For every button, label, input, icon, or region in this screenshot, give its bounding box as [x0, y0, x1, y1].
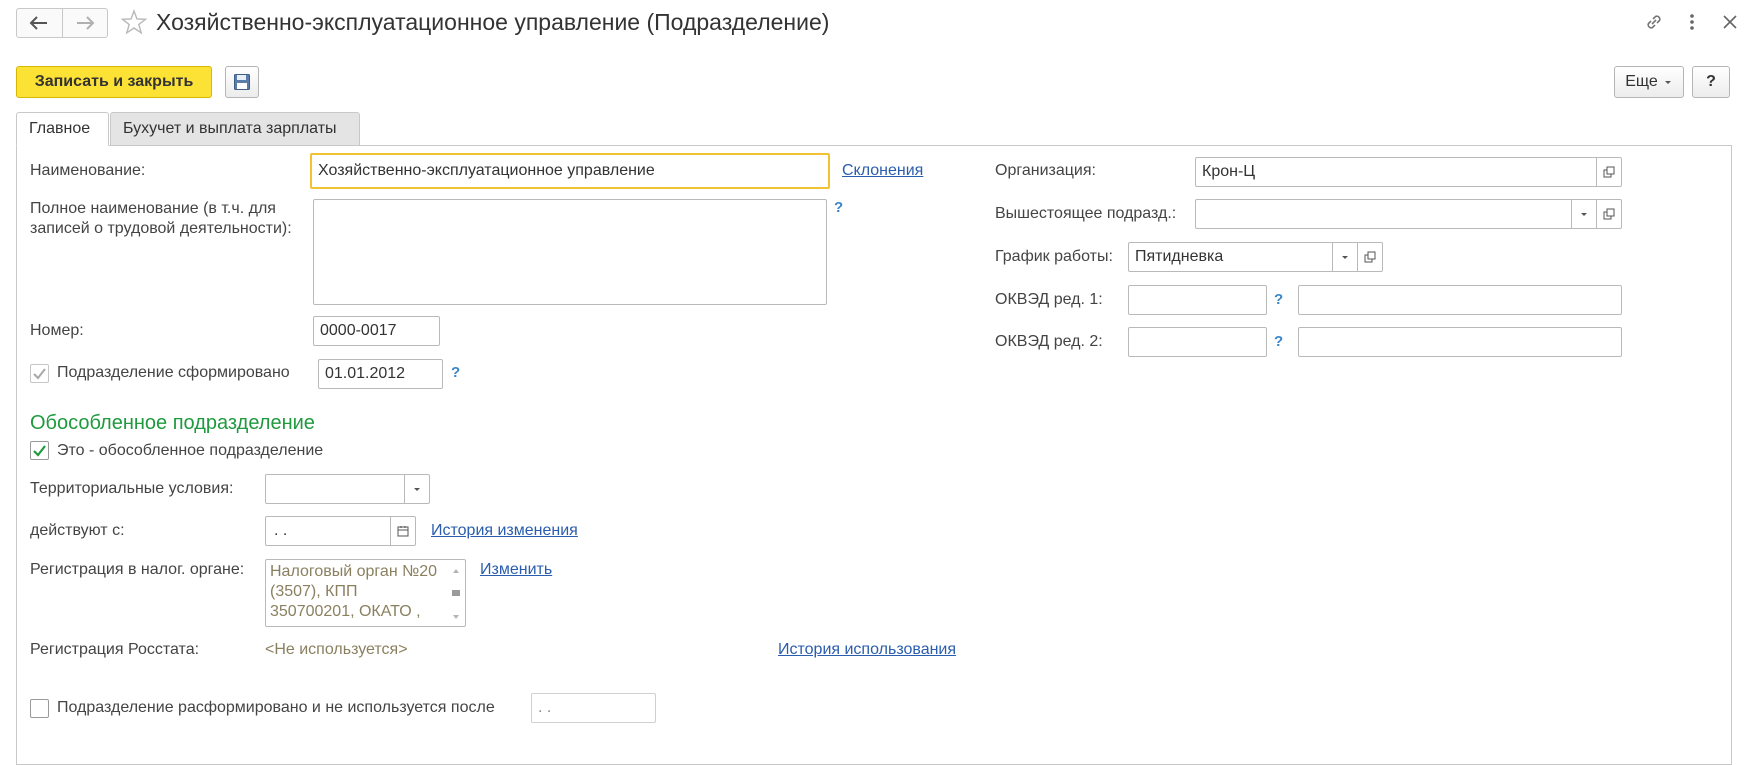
number-label: Номер: [30, 322, 84, 339]
rosstat-label: Регистрация Росстата: [30, 641, 200, 658]
back-arrow-icon [29, 16, 48, 30]
more-vertical-icon [1690, 14, 1694, 30]
star-icon [120, 9, 148, 35]
formed-help-mark[interactable]: ? [451, 364, 460, 381]
okved2-help-mark[interactable]: ? [1274, 333, 1283, 350]
parent-department-dropdown-button[interactable] [1571, 200, 1596, 228]
schedule-open-button[interactable] [1357, 243, 1382, 271]
back-button[interactable] [17, 9, 62, 37]
name-label: Наименование: [30, 162, 146, 179]
open-form-icon [1364, 251, 1376, 263]
tax-registration-value: Налоговый орган №20 (3507), КПП 35070020… [270, 563, 438, 620]
open-form-icon [1603, 208, 1615, 220]
favorite-star-button[interactable] [120, 9, 148, 35]
forward-button[interactable] [61, 9, 108, 37]
parent-department-open-button[interactable] [1596, 200, 1621, 228]
forward-arrow-icon [76, 16, 95, 30]
save-button[interactable] [225, 66, 259, 98]
schedule-select[interactable]: Пятидневка [1128, 242, 1383, 272]
disbanded-date-input[interactable]: . . [531, 693, 656, 723]
separate-section-title: Обособленное подразделение [30, 412, 315, 434]
calendar-icon [397, 526, 409, 537]
more-actions-button[interactable] [1680, 10, 1704, 34]
parent-department-label: Вышестоящее подразд.: [995, 205, 1177, 222]
disbanded-label: Подразделение расформировано и не исполь… [57, 699, 495, 716]
usage-history-link[interactable]: История использования [778, 641, 956, 659]
valid-from-date-input[interactable]: . . [265, 516, 416, 546]
change-tax-registration-link[interactable]: Изменить [480, 561, 552, 579]
valid-from-value: . . [274, 522, 288, 539]
more-label: Еще [1625, 73, 1658, 90]
organization-input[interactable]: Крон-Ц [1195, 157, 1622, 187]
save-and-close-button[interactable]: Записать и закрыть [16, 66, 212, 98]
dropdown-arrow-icon [1342, 256, 1348, 259]
okved2-name-input[interactable] [1298, 327, 1622, 357]
tax-registration-scrollbar[interactable] [451, 568, 461, 620]
checkmark-icon [33, 368, 46, 380]
dropdown-arrow-icon [1581, 213, 1587, 216]
territorial-dropdown-button[interactable] [404, 475, 429, 503]
name-value: Хозяйственно-эксплуатационное управление [318, 162, 655, 179]
full-name-label: Полное наименование (в т.ч. для записей … [30, 200, 292, 237]
open-form-icon [1603, 166, 1615, 178]
dropdown-arrow-icon [414, 488, 420, 491]
link-icon [1647, 15, 1661, 29]
okved1-code-input[interactable] [1128, 285, 1267, 315]
close-button[interactable] [1718, 10, 1742, 34]
formed-date-input[interactable]: 01.01.2012 [318, 359, 443, 389]
okved1-help-mark[interactable]: ? [1274, 291, 1283, 308]
okved1-name-input[interactable] [1298, 285, 1622, 315]
number-input[interactable]: 0000-0017 [313, 316, 440, 346]
number-value: 0000-0017 [320, 322, 397, 339]
help-button[interactable]: ? [1692, 66, 1730, 98]
window-title: Хозяйственно-эксплуатационное управление… [156, 9, 830, 35]
separate-label: Это - обособленное подразделение [57, 442, 324, 459]
disbanded-checkbox[interactable] [30, 699, 49, 718]
okved2-label: ОКВЭД ред. 2: [995, 333, 1103, 350]
navigation-buttons [16, 8, 108, 38]
schedule-dropdown-button[interactable] [1332, 243, 1357, 271]
valid-from-label: действуют с: [30, 522, 125, 539]
schedule-label: График работы: [995, 248, 1113, 265]
name-input[interactable]: Хозяйственно-эксплуатационное управление [310, 153, 830, 189]
tab-main[interactable]: Главное [16, 112, 109, 146]
separate-checkbox[interactable] [30, 441, 49, 460]
full-name-help-mark[interactable]: ? [834, 199, 843, 216]
organization-value: Крон-Ц [1202, 163, 1256, 180]
organization-label: Организация: [995, 162, 1096, 179]
tab-accounting-payroll[interactable]: Бухучет и выплата зарплаты [110, 112, 360, 146]
organization-open-button[interactable] [1596, 158, 1621, 186]
declensions-link[interactable]: Склонения [842, 162, 923, 180]
link-button[interactable] [1642, 10, 1666, 34]
valid-from-calendar-button[interactable] [390, 517, 415, 545]
parent-department-select[interactable] [1195, 199, 1622, 229]
tax-registration-field[interactable]: Налоговый орган №20 (3507), КПП 35070020… [265, 559, 466, 627]
full-name-textarea[interactable] [313, 199, 827, 305]
close-icon [1723, 15, 1737, 29]
formed-checkbox[interactable] [30, 364, 49, 383]
okved2-code-input[interactable] [1128, 327, 1267, 357]
dropdown-arrow-icon [1664, 81, 1671, 84]
formed-date-value: 01.01.2012 [325, 365, 406, 382]
floppy-disk-icon [234, 74, 250, 90]
tax-registration-label: Регистрация в налог. органе: [30, 561, 245, 578]
more-menu-button[interactable]: Еще [1614, 66, 1684, 98]
okved1-label: ОКВЭД ред. 1: [995, 291, 1103, 308]
territorial-select[interactable] [265, 474, 430, 504]
change-history-link[interactable]: История изменения [431, 522, 578, 540]
disbanded-date-value: . . [538, 699, 552, 716]
rosstat-value: <Не используется> [265, 641, 408, 658]
formed-label: Подразделение сформировано [57, 364, 290, 381]
checkmark-icon [33, 445, 46, 457]
territorial-label: Территориальные условия: [30, 480, 234, 497]
schedule-value: Пятидневка [1135, 248, 1224, 265]
